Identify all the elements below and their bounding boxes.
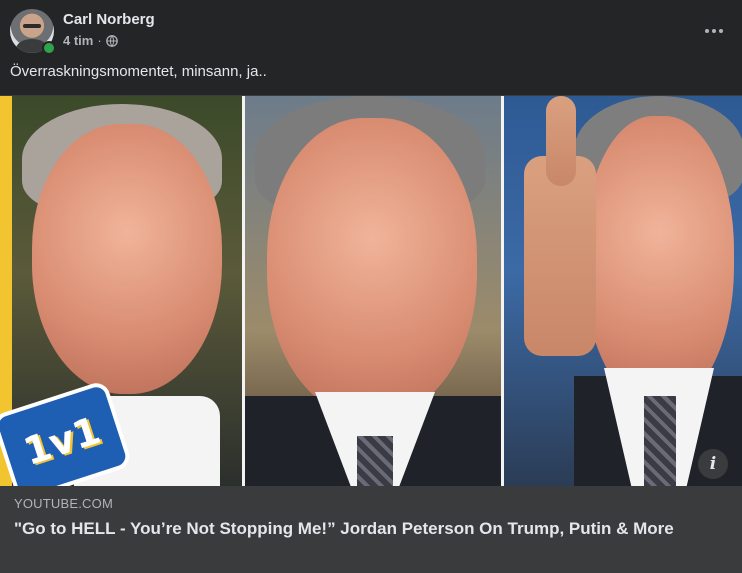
post-text: Överraskningsmomentet, minsann, ja..: [10, 63, 267, 80]
face-shape: [267, 118, 477, 418]
finger-shape: [546, 96, 576, 186]
image-panel-center: [245, 96, 501, 487]
link-preview-card[interactable]: YOUTUBE.COM "Go to HELL - You’re Not Sto…: [0, 486, 742, 573]
info-icon[interactable]: i: [698, 449, 728, 479]
link-title[interactable]: "Go to HELL - You’re Not Stopping Me!” J…: [14, 518, 714, 540]
image-panel-left: 1v1: [0, 96, 242, 487]
more-options-button[interactable]: [696, 13, 732, 49]
link-domain: YOUTUBE.COM: [14, 496, 113, 511]
image-panel-right: [504, 96, 742, 487]
post-meta: 4 tim ·: [63, 33, 118, 48]
post-header: Carl Norberg 4 tim ·: [10, 9, 732, 55]
meta-separator: ·: [97, 33, 102, 48]
author-name[interactable]: Carl Norberg: [63, 11, 155, 28]
online-status-indicator: [42, 41, 56, 55]
tie-shape: [644, 396, 676, 487]
face-shape: [584, 116, 734, 406]
hand-shape: [524, 156, 596, 356]
link-preview-image[interactable]: 1v1 i: [0, 95, 742, 487]
avatar-glasses: [23, 24, 41, 28]
face-shape: [32, 124, 222, 394]
post-timestamp[interactable]: 4 tim: [63, 33, 93, 48]
more-icon: [705, 29, 723, 33]
globe-icon[interactable]: [105, 34, 118, 47]
tie-shape: [357, 436, 393, 487]
